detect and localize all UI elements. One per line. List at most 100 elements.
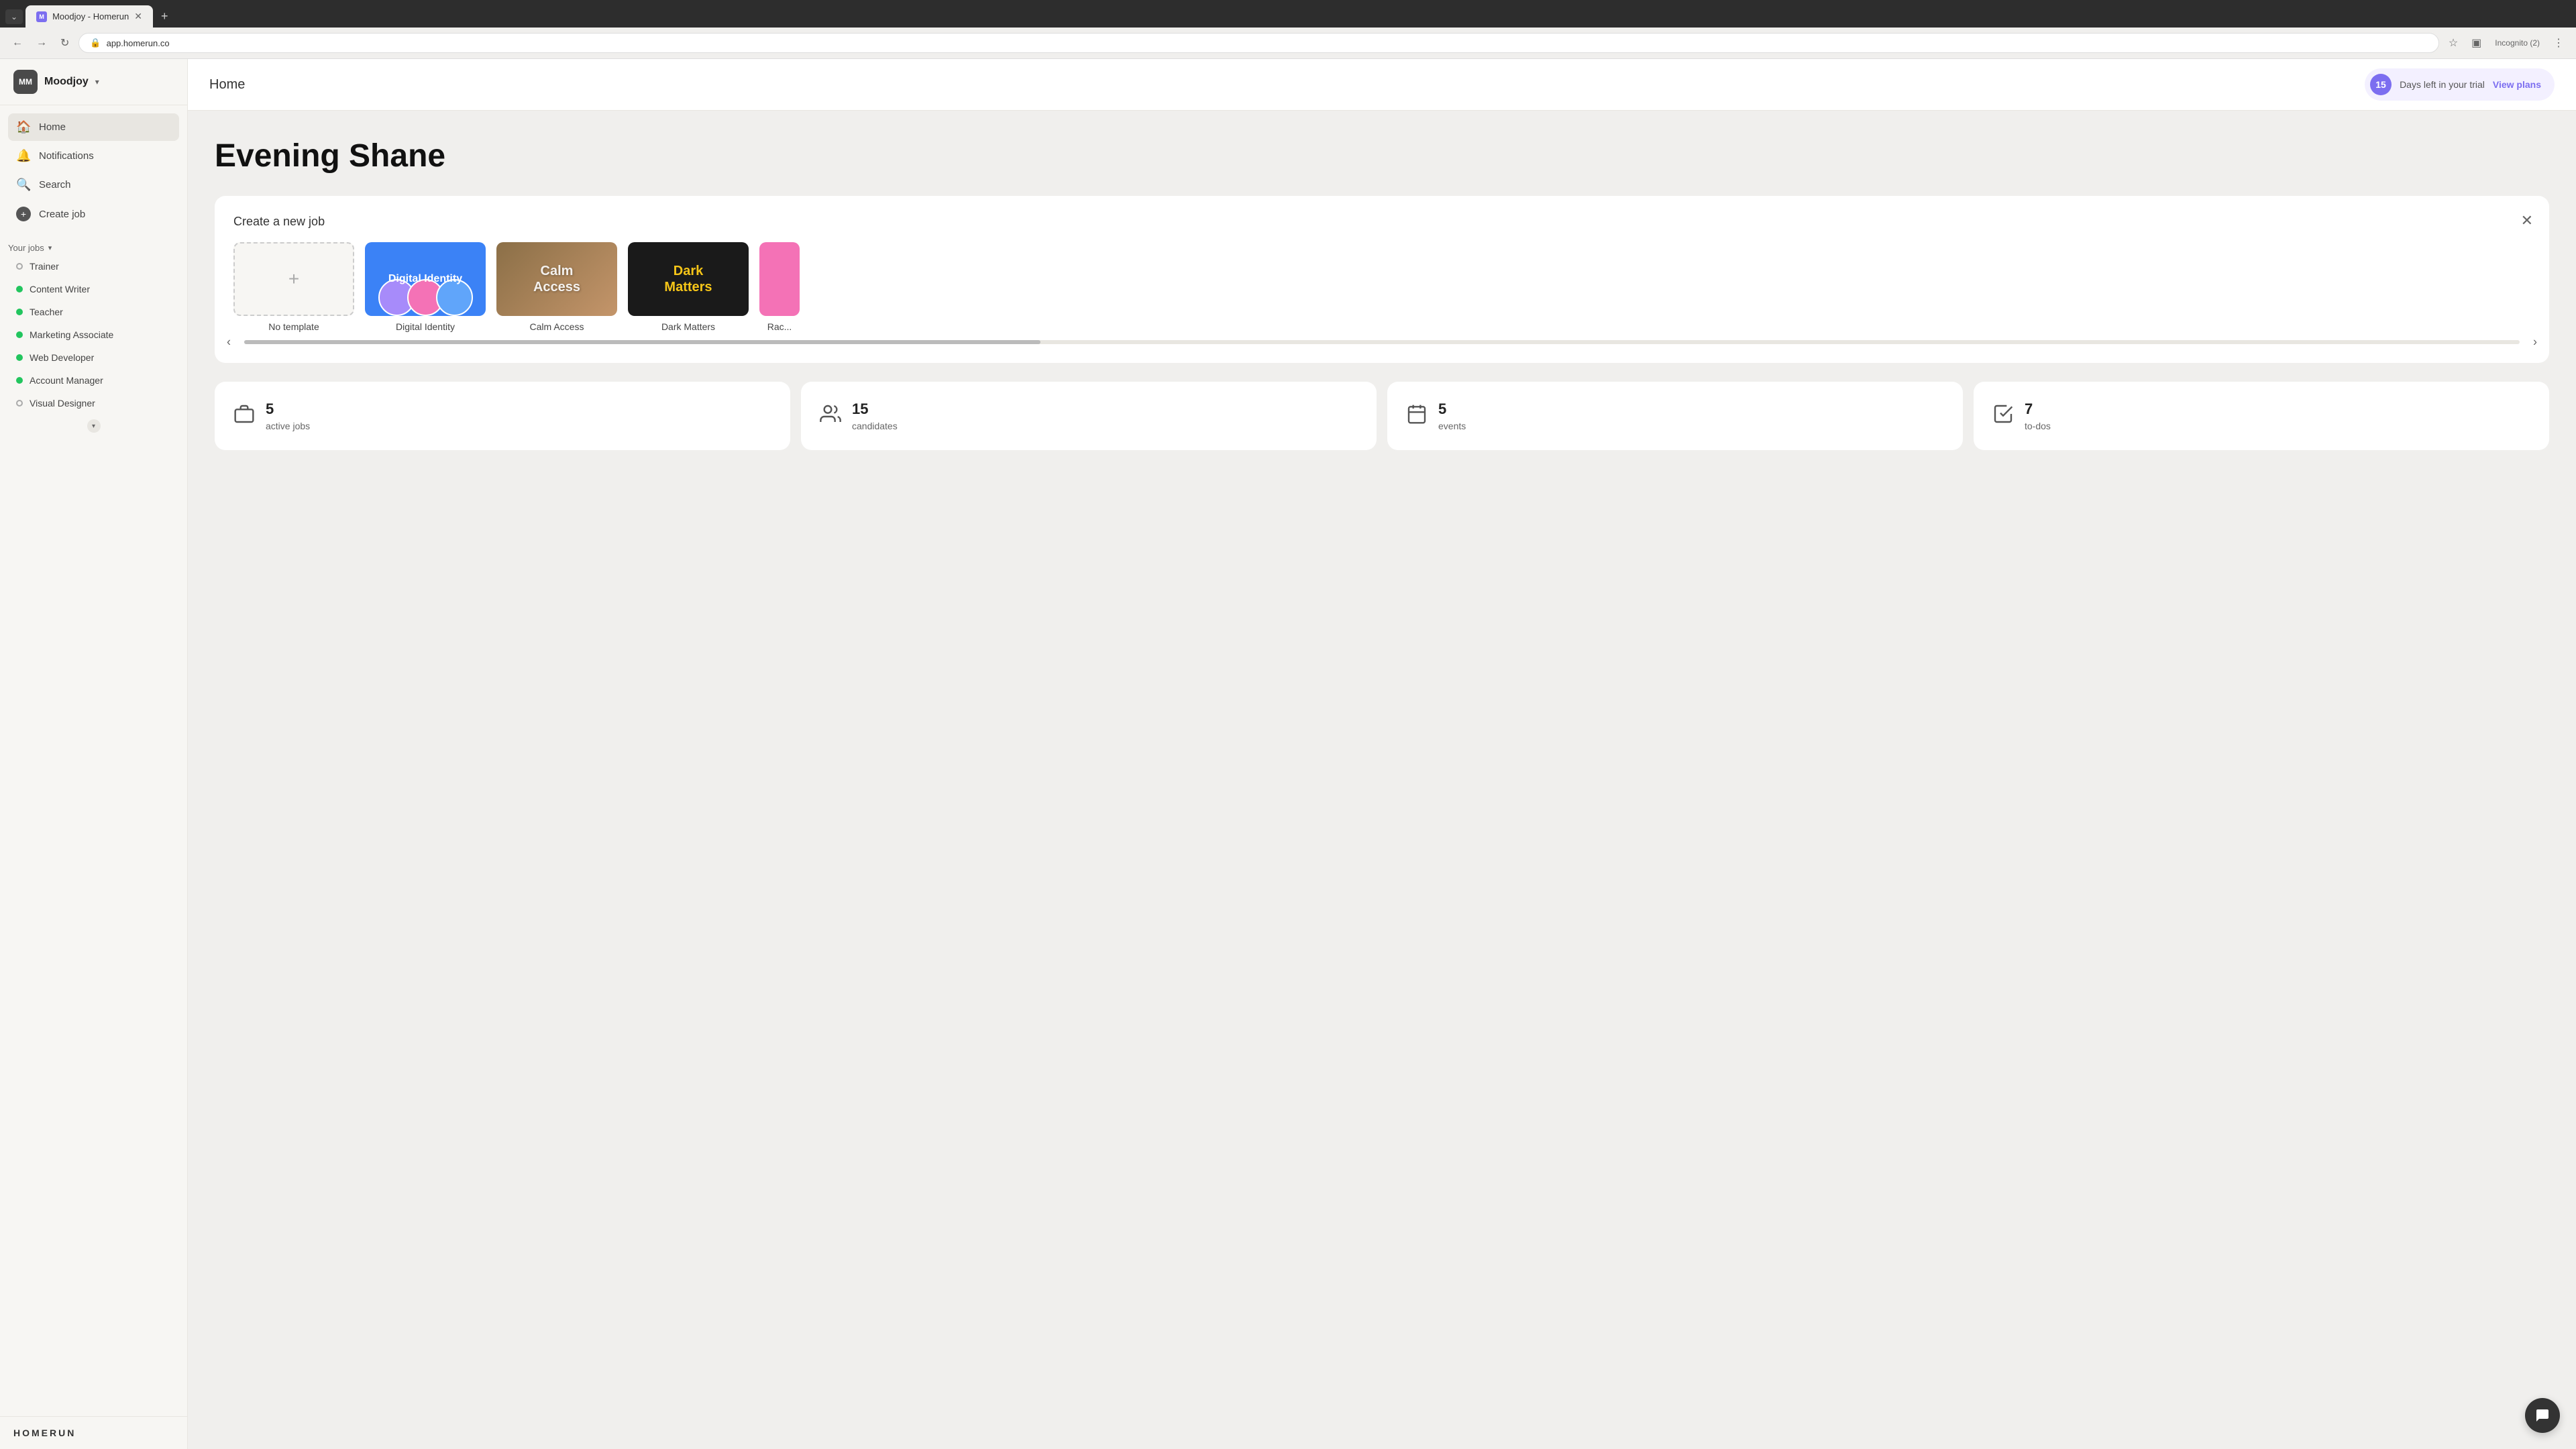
reload-btn[interactable]: ↻ bbox=[56, 34, 73, 52]
chat-button[interactable] bbox=[2525, 1398, 2560, 1433]
address-bar[interactable]: 🔒 app.homerun.co bbox=[78, 33, 2438, 53]
sidebar-item-home-label: Home bbox=[39, 121, 66, 133]
templates-scroll-right-btn[interactable]: › bbox=[2533, 335, 2537, 350]
stat-label-events: events bbox=[1438, 421, 1466, 431]
job-item-marketing-associate[interactable]: Marketing Associate bbox=[8, 324, 179, 345]
job-status-dot-web-developer bbox=[16, 354, 23, 361]
homerun-logo: HOMERUN bbox=[13, 1428, 174, 1438]
incognito-btn[interactable]: Incognito (2) bbox=[2491, 36, 2544, 50]
avatar: MM bbox=[13, 70, 38, 94]
job-item-web-developer[interactable]: Web Developer bbox=[8, 347, 179, 368]
trial-badge: 15 Days left in your trial View plans bbox=[2365, 68, 2555, 101]
sidebar-item-notifications-label: Notifications bbox=[39, 150, 94, 162]
create-job-close-btn[interactable]: ✕ bbox=[2521, 212, 2533, 229]
job-list: Trainer Content Writer Teacher Marketing… bbox=[0, 256, 187, 414]
sidebar-scroll-down-btn[interactable]: ▾ bbox=[87, 419, 101, 433]
bookmark-btn[interactable]: ☆ bbox=[2445, 34, 2462, 52]
new-tab-btn[interactable]: + bbox=[156, 7, 174, 26]
tab-title: Moodjoy - Homerun bbox=[52, 11, 129, 21]
job-status-dot-teacher bbox=[16, 309, 23, 315]
sidebar-footer: HOMERUN bbox=[0, 1416, 187, 1449]
active-tab[interactable]: M Moodjoy - Homerun ✕ bbox=[25, 5, 153, 28]
job-status-dot-content-writer bbox=[16, 286, 23, 292]
templates-scroll-thumb[interactable] bbox=[244, 340, 1040, 344]
trial-text: Days left in your trial bbox=[2400, 79, 2485, 90]
template-thumb-dark-matters: Dark Matters bbox=[628, 242, 749, 316]
page-title: Home bbox=[209, 77, 245, 93]
stat-card-events[interactable]: 5 events bbox=[1387, 382, 1963, 450]
template-thumb-calm-access: Calm Access bbox=[496, 242, 617, 316]
job-item-teacher[interactable]: Teacher bbox=[8, 301, 179, 323]
job-item-content-writer[interactable]: Content Writer bbox=[8, 278, 179, 300]
stat-card-todos[interactable]: 7 to-dos bbox=[1974, 382, 2549, 450]
templates-scroll-container: + No template Digital Identity bbox=[233, 242, 2530, 344]
checklist-icon bbox=[1992, 403, 2014, 429]
back-btn[interactable]: ← bbox=[8, 34, 27, 52]
templates-scroll-left-btn[interactable]: ‹ bbox=[227, 335, 231, 350]
company-name: Moodjoy bbox=[44, 76, 89, 88]
tab-switcher-btn[interactable]: ⌄ bbox=[5, 9, 23, 24]
sidebar-item-home[interactable]: 🏠 Home bbox=[8, 113, 179, 141]
tab-bar: ⌄ M Moodjoy - Homerun ✕ + bbox=[0, 0, 2576, 28]
template-visual-calm-access: Calm Access bbox=[496, 242, 617, 316]
template-item-rac[interactable]: Rac... bbox=[759, 242, 800, 332]
job-label-marketing-associate: Marketing Associate bbox=[30, 329, 113, 340]
forward-btn[interactable]: → bbox=[32, 34, 51, 52]
job-item-visual-designer[interactable]: Visual Designer bbox=[8, 392, 179, 414]
job-label-web-developer: Web Developer bbox=[30, 352, 94, 363]
job-item-account-manager[interactable]: Account Manager bbox=[8, 370, 179, 391]
view-plans-link[interactable]: View plans bbox=[2493, 79, 2541, 90]
template-label-calm-access: Calm Access bbox=[496, 321, 617, 332]
sidebar-item-create-job-label: Create job bbox=[39, 209, 85, 220]
templates-row: + No template Digital Identity bbox=[233, 242, 2530, 332]
your-jobs-dropdown-icon: ▾ bbox=[48, 244, 52, 252]
briefcase-icon bbox=[233, 403, 255, 429]
stat-card-active-jobs[interactable]: 5 active jobs bbox=[215, 382, 790, 450]
stats-row: 5 active jobs 15 bbox=[215, 382, 2549, 450]
template-thumb-no-template: + bbox=[233, 242, 354, 316]
job-status-dot-visual-designer bbox=[16, 400, 23, 407]
stat-label-active-jobs: active jobs bbox=[266, 421, 310, 431]
create-job-card: Create a new job ✕ + No template bbox=[215, 196, 2549, 363]
template-visual-digital-identity: Digital Identity bbox=[365, 242, 486, 316]
stat-label-todos: to-dos bbox=[2025, 421, 2051, 431]
stat-info-events: 5 events bbox=[1438, 400, 1466, 431]
stat-info-active-jobs: 5 active jobs bbox=[266, 400, 310, 431]
job-status-dot-trainer bbox=[16, 263, 23, 270]
sidebar-toggle-btn[interactable]: ▣ bbox=[2467, 34, 2485, 52]
job-label-content-writer: Content Writer bbox=[30, 284, 90, 294]
job-label-trainer: Trainer bbox=[30, 261, 59, 272]
template-visual-di-title: Digital Identity bbox=[388, 273, 462, 285]
job-item-trainer[interactable]: Trainer bbox=[8, 256, 179, 277]
sidebar-item-search-label: Search bbox=[39, 179, 71, 191]
trial-days-number: 15 bbox=[2370, 74, 2392, 95]
template-visual-ca-text: Calm Access bbox=[533, 263, 580, 295]
template-visual-rac bbox=[759, 242, 800, 316]
stat-label-candidates: candidates bbox=[852, 421, 898, 431]
content-area: Evening Shane Create a new job ✕ + No te… bbox=[188, 111, 2576, 1449]
sidebar-item-search[interactable]: 🔍 Search bbox=[8, 171, 179, 199]
template-thumb-digital-identity: Digital Identity bbox=[365, 242, 486, 316]
stat-info-todos: 7 to-dos bbox=[2025, 400, 2051, 431]
bell-icon: 🔔 bbox=[16, 149, 31, 163]
sidebar-item-notifications[interactable]: 🔔 Notifications bbox=[8, 142, 179, 170]
menu-btn[interactable]: ⋮ bbox=[2549, 34, 2568, 52]
top-bar: Home 15 Days left in your trial View pla… bbox=[188, 59, 2576, 111]
template-item-no-template[interactable]: + No template bbox=[233, 242, 354, 332]
template-thumb-rac bbox=[759, 242, 800, 316]
template-item-calm-access[interactable]: Calm Access Calm Access bbox=[496, 242, 617, 332]
sidebar-nav: 🏠 Home 🔔 Notifications 🔍 Search + Create… bbox=[0, 105, 187, 236]
tab-close-btn[interactable]: ✕ bbox=[134, 11, 142, 22]
template-item-dark-matters[interactable]: Dark Matters Dark Matters bbox=[628, 242, 749, 332]
company-dropdown-arrow[interactable]: ▾ bbox=[95, 77, 99, 87]
url-display: app.homerun.co bbox=[107, 38, 2428, 48]
template-label-no-template: No template bbox=[233, 321, 354, 332]
plus-icon: + bbox=[16, 207, 31, 221]
sidebar-item-create-job[interactable]: + Create job bbox=[8, 200, 179, 228]
template-item-digital-identity[interactable]: Digital Identity Digital Identity bbox=[365, 242, 486, 332]
sidebar: MM Moodjoy ▾ 🏠 Home 🔔 Notifications 🔍 Se… bbox=[0, 59, 188, 1449]
stat-number-events: 5 bbox=[1438, 400, 1466, 418]
stat-card-candidates[interactable]: 15 candidates bbox=[801, 382, 1377, 450]
templates-scrollbar-area: ‹ › bbox=[233, 340, 2530, 344]
template-plus-icon: + bbox=[288, 268, 299, 290]
